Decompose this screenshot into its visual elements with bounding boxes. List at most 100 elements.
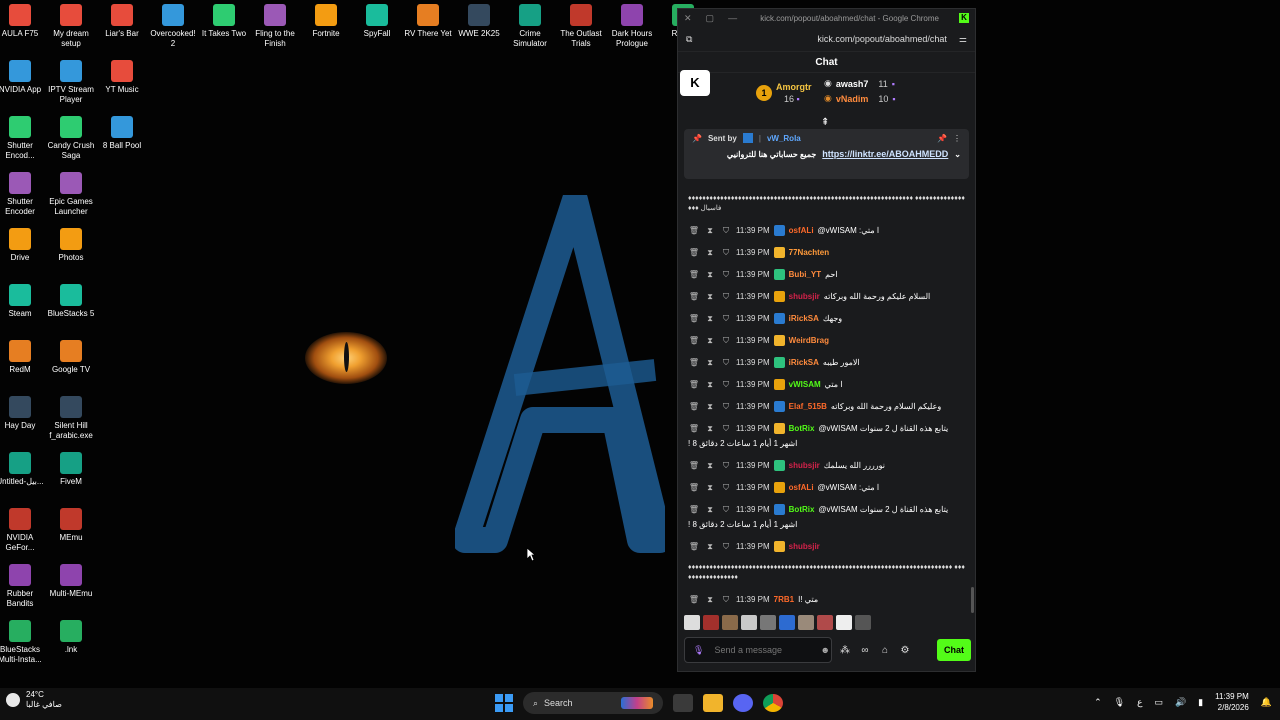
recent-emotes-row[interactable]	[684, 615, 871, 630]
emote-icon[interactable]	[684, 615, 700, 630]
desktop-icon[interactable]: Photos	[45, 228, 97, 263]
maximize-window-icon[interactable]: ▢	[706, 13, 715, 24]
more-options-icon[interactable]: ⋮	[953, 134, 961, 143]
mod-shield-icon[interactable]: ⛉	[720, 504, 732, 515]
weather-widget[interactable]: 24°C صافي غالبا	[6, 690, 62, 710]
pinned-sender[interactable]: vW_Rola	[767, 134, 801, 143]
emote-icon[interactable]	[703, 615, 719, 630]
desktop-icon[interactable]: BlueStacks 5	[45, 284, 97, 319]
delete-icon[interactable]: 🗑	[688, 291, 700, 302]
delete-icon[interactable]: 🗑	[688, 379, 700, 390]
chat-message[interactable]: 🗑 ⧗ ⛉ 11:39 PM Bubi_YT احم	[688, 269, 967, 280]
timeout-icon[interactable]: ⧗	[704, 247, 716, 258]
gifter-1[interactable]: 1 Amorgtr 16 ▪	[756, 81, 812, 105]
language-indicator[interactable]: ع	[1137, 697, 1142, 708]
mod-shield-icon[interactable]: ⛉	[720, 313, 732, 324]
desktop-icon[interactable]: Multi-MEmu	[45, 564, 97, 599]
desktop-icon[interactable]: SpyFall	[351, 4, 403, 39]
mod-shield-icon[interactable]: ⛉	[720, 594, 732, 605]
mod-shield-icon[interactable]: ⛉	[720, 225, 732, 236]
desktop-icon[interactable]: YT Music	[96, 60, 148, 95]
chat-scrollbar[interactable]	[971, 587, 974, 613]
close-window-icon[interactable]: ✕	[684, 13, 692, 24]
message-input[interactable]	[714, 645, 811, 655]
desktop-icon[interactable]: Drive	[0, 228, 46, 263]
mod-shield-icon[interactable]: ⛉	[720, 335, 732, 346]
timeout-icon[interactable]: ⧗	[704, 460, 716, 471]
chat-message[interactable]: 🗑 ⧗ ⛉ 11:39 PM osfALi @vWISAM :ا متي	[688, 482, 967, 493]
desktop-icon[interactable]: It Takes Two	[198, 4, 250, 39]
battery-icon[interactable]: ▮	[1198, 697, 1203, 708]
infinity-icon[interactable]: ∞	[858, 645, 872, 656]
desktop-icon[interactable]: Fling to the Finish	[249, 4, 301, 49]
desktop-icon[interactable]: .lnk	[45, 620, 97, 655]
chat-message[interactable]: 🗑 ⧗ ⛉ 11:39 PM 77Nachten	[688, 247, 967, 258]
mod-shield-icon[interactable]: ⛉	[720, 423, 732, 434]
pinned-message[interactable]: 📌 Sent by | vW_Rola 📌 ⋮ جميع حساباتي هنا…	[684, 129, 969, 179]
desktop-icon[interactable]: RV There Yet	[402, 4, 454, 39]
chat-message[interactable]: 🗑 ⧗ ⛉ 11:39 PM iRickSA وجهك	[688, 313, 967, 324]
delete-icon[interactable]: 🗑	[688, 423, 700, 434]
message-username[interactable]: 77Nachten	[789, 247, 829, 258]
timeout-icon[interactable]: ⧗	[704, 291, 716, 302]
delete-icon[interactable]: 🗑	[688, 401, 700, 412]
delete-icon[interactable]: 🗑	[688, 357, 700, 368]
emote-icon[interactable]	[779, 615, 795, 630]
chrome-popout-window[interactable]: ✕ ▢ — kick.com/popout/aboahmed/chat - Go…	[677, 8, 976, 672]
delete-icon[interactable]: 🗑	[688, 541, 700, 552]
message-username[interactable]: BotRix	[789, 423, 815, 434]
timeout-icon[interactable]: ⧗	[704, 482, 716, 493]
notification-bell-icon[interactable]: 🔔	[1261, 697, 1272, 708]
desktop-icon[interactable]: Epic Games Launcher	[45, 172, 97, 217]
desktop-icon[interactable]: IPTV Stream Player	[45, 60, 97, 105]
desktop-icon[interactable]: Steam	[0, 284, 46, 319]
chat-message[interactable]: 🗑 ⧗ ⛉ 11:39 PM iRickSA الامور طيبه	[688, 357, 967, 368]
chat-message-list[interactable]: ♦♦♦♦♦♦♦♦♦♦♦♦♦♦♦♦♦♦♦♦♦♦♦♦♦♦♦♦♦♦♦♦♦♦♦♦♦♦♦♦…	[678, 194, 977, 612]
taskbar-search[interactable]: ⌕ Search	[523, 692, 663, 714]
delete-icon[interactable]: 🗑	[688, 460, 700, 471]
mod-shield-icon[interactable]: ⛉	[720, 291, 732, 302]
emoji-icon[interactable]: ☻	[820, 645, 829, 655]
microphone-icon[interactable]: 🎙	[1114, 697, 1125, 708]
timeout-icon[interactable]: ⧗	[704, 504, 716, 515]
chevron-up-icon[interactable]: ⌃	[1094, 697, 1102, 708]
delete-icon[interactable]: 🗑	[688, 504, 700, 515]
emote-icon[interactable]	[817, 615, 833, 630]
address-bar[interactable]: ⧉ kick.com/popout/aboahmed/chat ⚌	[678, 27, 975, 51]
desktop-icon[interactable]: Untitled-بيل...	[0, 452, 46, 487]
task-view-icon[interactable]	[673, 694, 693, 712]
timeout-icon[interactable]: ⧗	[704, 225, 716, 236]
emote-icon[interactable]	[855, 615, 871, 630]
desktop-icon[interactable]: FiveM	[45, 452, 97, 487]
chat-message[interactable]: 🗑 ⧗ ⛉ 11:39 PM BotRix @vWISAM يتابع هذه القنا…	[688, 504, 967, 530]
desktop-icon[interactable]: Shutter Encoder	[0, 172, 46, 217]
desktop-icon[interactable]: RedM	[0, 340, 46, 375]
chat-message[interactable]: 🗑 ⧗ ⛉ 11:39 PM WeirdBrag	[688, 335, 967, 346]
delete-icon[interactable]: 🗑	[688, 335, 700, 346]
desktop-icon[interactable]: MEmu	[45, 508, 97, 543]
desktop-icon[interactable]: Overcooked! 2	[147, 4, 199, 49]
emote-icon[interactable]	[760, 615, 776, 630]
chat-message[interactable]: 🗑 ⧗ ⛉ 11:39 PM 7RB1 متي !ا	[688, 594, 967, 605]
desktop-icon[interactable]: Fortnite	[300, 4, 352, 39]
desktop-icon[interactable]: Dark Hours Prologue	[606, 4, 658, 49]
message-username[interactable]: osfALi	[789, 225, 814, 236]
message-username[interactable]: iRickSA	[789, 357, 819, 368]
delete-icon[interactable]: 🗑	[688, 482, 700, 493]
mod-shield-icon[interactable]: ⛉	[720, 379, 732, 390]
message-username[interactable]: Bubi_YT	[789, 269, 821, 280]
network-icon[interactable]: ▭	[1154, 697, 1163, 708]
timeout-icon[interactable]: ⧗	[704, 335, 716, 346]
chat-message[interactable]: 🗑 ⧗ ⛉ 11:39 PM BotRix @vWISAM يتابع هذه القنا…	[688, 423, 967, 449]
message-username[interactable]: 7RB1	[774, 594, 794, 605]
unpin-icon[interactable]: 📌	[937, 134, 947, 143]
desktop-icon[interactable]: AULA F75	[0, 4, 46, 39]
collapse-leaderboard-icon[interactable]: ⇞	[821, 117, 829, 128]
window-titlebar[interactable]: ✕ ▢ — kick.com/popout/aboahmed/chat - Go…	[678, 9, 975, 27]
desktop-icon[interactable]: NVIDIA App	[0, 60, 46, 95]
desktop-icon[interactable]: 8 Ball Pool	[96, 116, 148, 151]
message-username[interactable]: osfALi	[789, 482, 814, 493]
desktop-icon[interactable]: Google TV	[45, 340, 97, 375]
desktop-icon[interactable]: Silent Hill f_arabic.exe	[45, 396, 97, 441]
tune-icon[interactable]: ⚌	[959, 34, 967, 45]
